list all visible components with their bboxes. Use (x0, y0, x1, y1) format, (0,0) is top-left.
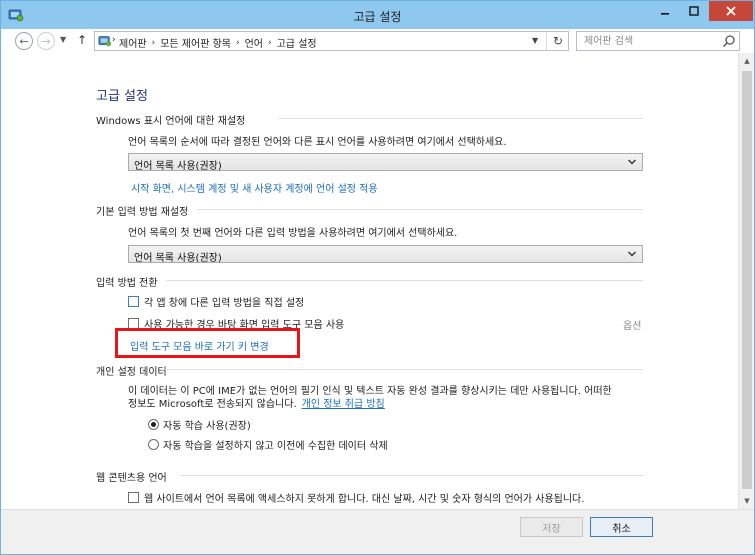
section-divider (197, 209, 643, 210)
arrow-left-icon: ← (19, 34, 29, 48)
chevron-down-icon (628, 251, 636, 257)
display-language-select[interactable]: 언어 목록 사용(권장) (128, 153, 643, 172)
address-bar[interactable]: › 제어판 › 모든 제어판 항목 › 언어 › 고급 설정 ▼ ↻ (94, 31, 569, 51)
search-icon[interactable] (722, 34, 736, 48)
scroll-down-button[interactable]: ▼ (739, 493, 755, 509)
section-title-switching: 입력 방법 전환 (96, 278, 158, 289)
highlight-annotation (115, 328, 300, 358)
triangle-up-icon: ▲ (744, 57, 750, 65)
breadcrumb-root-chevron-icon[interactable]: › (112, 35, 116, 45)
section-divider (163, 369, 643, 370)
navigation-bar: ← → ▼ ↑ › 제어판 › 모든 제어판 항목 › 언어 › 고급 설정 ▼… (1, 29, 754, 53)
breadcrumb-item-control-panel[interactable]: 제어판 (119, 35, 147, 50)
save-button[interactable]: 저장 (520, 517, 583, 537)
section-title-web-content: 웹 콘텐츠용 언어 (96, 473, 167, 484)
per-app-input-checkbox-row[interactable]: 각 앱 창에 다른 입력 방법을 직접 설정 (128, 294, 304, 309)
section-title-input-method: 기본 입력 방법 재설정 (96, 207, 189, 218)
refresh-icon: ↻ (552, 34, 564, 48)
content-area: 고급 설정 Windows 표시 언어에 대한 재설정 언어 목록의 순서에 따… (1, 53, 738, 508)
web-content-language-label: 웹 사이트에서 언어 목록에 액세스하지 못하게 합니다. 대신 날짜, 시간 … (144, 494, 585, 505)
input-method-select[interactable]: 언어 목록 사용(권장) (128, 245, 643, 264)
up-button[interactable]: ↑ (77, 33, 87, 47)
arrow-up-icon: ↑ (77, 33, 88, 47)
input-method-select-value: 언어 목록 사용(권장) (134, 253, 222, 264)
section-title-personalization: 개인 설정 데이터 (96, 367, 167, 378)
minimize-icon (661, 13, 669, 15)
display-language-description: 언어 목록의 순서에 따라 결정된 언어와 다른 표시 언어를 사용하려면 여기… (128, 137, 507, 148)
vertical-scrollbar[interactable]: ▲ ▼ (738, 53, 754, 509)
close-button[interactable] (709, 1, 753, 21)
breadcrumb-item-language[interactable]: 언어 (245, 35, 263, 50)
back-button[interactable]: ← (15, 32, 33, 50)
section-title-display-language: Windows 표시 언어에 대한 재설정 (96, 116, 246, 127)
language-bar-options-link[interactable]: 옵션 (623, 317, 641, 332)
privacy-statement-link[interactable]: 개인 정보 취급 방침 (302, 395, 385, 410)
search-box[interactable] (576, 31, 740, 51)
arrow-right-icon: → (41, 34, 51, 48)
display-language-select-value: 언어 목록 사용(권장) (134, 161, 222, 172)
page-title: 고급 설정 (96, 89, 148, 104)
scroll-up-button[interactable]: ▲ (739, 53, 755, 69)
cancel-button[interactable]: 취소 (590, 517, 653, 537)
auto-learning-radio-row[interactable]: 자동 학습 사용(권장) (148, 417, 251, 432)
title-bar[interactable]: 고급 설정 (1, 1, 754, 29)
maximize-icon (689, 6, 699, 16)
forward-button[interactable]: → (37, 32, 55, 50)
auto-learning-off-label: 자동 학습을 설정하지 않고 이전에 수집한 데이터 삭제 (163, 441, 388, 452)
recent-locations-dropdown[interactable]: ▼ (60, 35, 66, 44)
auto-learning-on-radio[interactable] (148, 419, 159, 430)
auto-learning-off-radio[interactable] (148, 439, 159, 450)
close-icon (726, 6, 736, 16)
apply-language-settings-link[interactable]: 시작 화면, 시스템 계정 및 새 사용자 계정에 언어 설정 적용 (131, 180, 378, 195)
breadcrumb-chevron-icon[interactable]: › (268, 38, 272, 48)
auto-learning-on-label: 자동 학습 사용(권장) (163, 421, 251, 432)
per-app-input-label: 각 앱 창에 다른 입력 방법을 직접 설정 (144, 298, 305, 309)
control-panel-icon (98, 36, 112, 47)
scrollbar-thumb[interactable] (742, 71, 752, 489)
triangle-down-icon: ▼ (744, 497, 750, 505)
section-divider (166, 280, 643, 281)
maximize-button[interactable] (680, 1, 708, 21)
search-input[interactable] (582, 34, 717, 48)
breadcrumb-item-advanced-settings[interactable]: 고급 설정 (277, 35, 317, 50)
minimize-button[interactable] (651, 1, 679, 21)
personalization-description-text: 정보도 Microsoft로 전송되지 않습니다. (128, 399, 297, 410)
advanced-settings-window: 고급 설정 ← → ▼ ↑ › 제어판 › 모든 제어판 항목 › 언어 › 고… (0, 0, 755, 555)
section-divider (181, 475, 643, 476)
breadcrumb-item-all-items[interactable]: 모든 제어판 항목 (160, 35, 231, 50)
input-method-description: 언어 목록의 첫 번째 언어와 다른 입력 방법을 사용하려면 여기에서 선택하… (128, 228, 458, 239)
chevron-down-icon: ▼ (532, 36, 539, 45)
breadcrumb-chevron-icon[interactable]: › (152, 38, 156, 48)
auto-learning-off-radio-row[interactable]: 자동 학습을 설정하지 않고 이전에 수집한 데이터 삭제 (148, 437, 388, 452)
breadcrumb: 제어판 › 모든 제어판 항목 › 언어 › 고급 설정 (119, 35, 317, 51)
web-content-checkbox-row[interactable]: 웹 사이트에서 언어 목록에 액세스하지 못하게 합니다. 대신 날짜, 시간 … (128, 490, 584, 505)
breadcrumb-chevron-icon[interactable]: › (236, 38, 240, 48)
address-dropdown[interactable]: ▼ (532, 36, 538, 45)
web-content-language-checkbox[interactable] (128, 492, 139, 503)
chevron-down-icon (628, 159, 636, 165)
refresh-button[interactable]: ↻ (546, 32, 569, 50)
personalization-description-line2: 정보도 Microsoft로 전송되지 않습니다. 개인 정보 취급 방침 (128, 395, 385, 410)
section-divider (279, 118, 643, 119)
footer-bar: 저장 취소 (1, 509, 754, 554)
window-title: 고급 설정 (353, 10, 402, 24)
per-app-input-checkbox[interactable] (128, 296, 139, 307)
chevron-down-icon: ▼ (60, 35, 67, 44)
